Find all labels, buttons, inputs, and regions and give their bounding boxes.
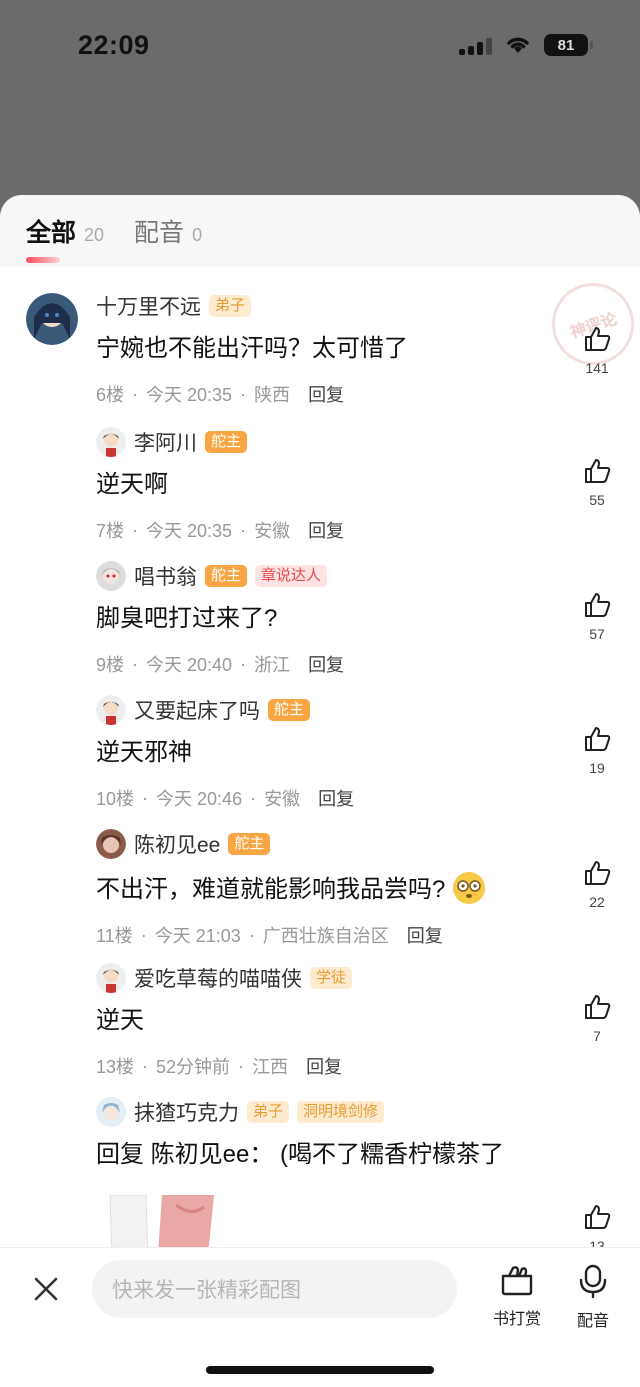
comment-author[interactable]: 十万里不远 bbox=[96, 291, 201, 321]
user-badge: 舵主 bbox=[268, 699, 311, 721]
reply-button[interactable]: 回复 bbox=[308, 381, 344, 407]
comment-text: 逆天啊 bbox=[96, 471, 168, 498]
reply-button[interactable]: 回复 bbox=[318, 785, 354, 811]
thumbs-up-icon bbox=[585, 727, 611, 751]
avatar[interactable] bbox=[96, 1097, 126, 1127]
comment-text: 宁婉也不能出汗吗？太可惜了 bbox=[96, 335, 408, 362]
tab-all[interactable]: 全部 20 bbox=[26, 213, 104, 263]
user-badge: 洞明境剑修 bbox=[297, 1101, 385, 1123]
book-reward-button[interactable]: 书打赏 bbox=[482, 1264, 552, 1329]
comment-image[interactable] bbox=[96, 1195, 226, 1247]
battery-indicator: 81 bbox=[544, 34, 593, 56]
comment-text: 逆天 bbox=[96, 1007, 144, 1034]
reply-button[interactable]: 回复 bbox=[407, 922, 443, 948]
comment-author[interactable]: 又要起床了吗 bbox=[134, 695, 260, 725]
dubbing-button[interactable]: 配音 bbox=[558, 1264, 628, 1331]
user-badge: 弟子 bbox=[247, 1101, 290, 1123]
thumbs-up-icon bbox=[585, 861, 611, 885]
active-tab-indicator bbox=[26, 257, 60, 263]
close-icon[interactable] bbox=[30, 1273, 62, 1305]
user-badge: 弟子 bbox=[209, 295, 252, 317]
reply-button[interactable]: 回复 bbox=[306, 1053, 342, 1079]
status-icons: 81 bbox=[459, 34, 593, 56]
avatar[interactable] bbox=[96, 829, 126, 859]
thumbs-up-icon bbox=[585, 1205, 611, 1229]
avatar[interactable] bbox=[96, 695, 126, 725]
comment-text: 脚臭吧打过来了? bbox=[96, 605, 278, 632]
comment-author[interactable]: 李阿川 bbox=[134, 427, 197, 457]
comment-meta: 6楼 · 今天 20:35 · 陕西 回复 bbox=[96, 381, 566, 407]
comment-meta: 11楼 · 今天 21:03 · 广西壮族自治区 回复 bbox=[96, 922, 566, 948]
user-badge: 章说达人 bbox=[255, 565, 328, 587]
comment-text: 逆天邪神 bbox=[96, 739, 192, 766]
comment-meta: 9楼 · 今天 20:40 · 浙江 回复 bbox=[96, 651, 566, 677]
thumbs-up-icon bbox=[585, 459, 611, 483]
like-button[interactable]: 19 bbox=[582, 725, 612, 776]
user-badge: 学徒 bbox=[310, 967, 353, 989]
user-badge: 舵主 bbox=[205, 431, 248, 453]
avatar[interactable] bbox=[96, 427, 126, 457]
home-indicator bbox=[206, 1366, 434, 1374]
comment-text: 不出汗，难道就能影响我品尝吗? bbox=[96, 871, 566, 906]
comment-author[interactable]: 唱书翁 bbox=[134, 561, 197, 591]
comment-meta: 13楼 · 52分钟前 · 江西 回复 bbox=[96, 1053, 566, 1079]
avatar[interactable] bbox=[96, 963, 126, 993]
like-button[interactable]: 22 bbox=[582, 859, 612, 910]
avatar[interactable] bbox=[26, 293, 78, 345]
wifi-icon bbox=[507, 37, 529, 53]
comment-sheet: 全部 20 配音 0 神评论 十万里不远 弟子 宁婉也不能出汗吗？太可惜了 6楼… bbox=[0, 195, 640, 1387]
reply-button[interactable]: 回复 bbox=[308, 517, 344, 543]
dizzy-emoji-icon bbox=[453, 872, 486, 904]
like-button[interactable]: 13 bbox=[582, 1203, 612, 1247]
status-bar: 22:09 81 bbox=[0, 0, 640, 100]
user-badge: 舵主 bbox=[205, 565, 248, 587]
comment-author[interactable]: 抹猹巧克力 bbox=[134, 1097, 239, 1127]
bottom-input-bar: 快来发一张精彩配图 书打赏 配音 bbox=[0, 1247, 640, 1387]
user-badge: 舵主 bbox=[228, 833, 271, 855]
status-time: 22:09 bbox=[78, 30, 150, 60]
thumbs-up-icon bbox=[585, 593, 611, 617]
like-button[interactable]: 55 bbox=[582, 457, 612, 508]
gift-hand-icon bbox=[501, 1266, 533, 1296]
like-button[interactable]: 7 bbox=[582, 993, 612, 1044]
comment-input[interactable]: 快来发一张精彩配图 bbox=[92, 1260, 457, 1318]
comment-author[interactable]: 爱吃草莓的喵喵侠 bbox=[134, 963, 302, 993]
comment-text: 回复 陈初见ee： (喝不了糯香柠檬茶了 bbox=[96, 1141, 505, 1168]
microphone-icon bbox=[579, 1264, 607, 1299]
thumbs-up-icon bbox=[585, 327, 611, 351]
avatar[interactable] bbox=[96, 561, 126, 591]
comment-list: 神评论 十万里不远 弟子 宁婉也不能出汗吗？太可惜了 6楼 · 今天 20:35… bbox=[0, 267, 640, 1247]
comment-author[interactable]: 陈初见ee bbox=[134, 829, 220, 859]
like-button[interactable]: 141 bbox=[582, 325, 612, 376]
cellular-signal-icon bbox=[459, 35, 492, 55]
comment-meta: 7楼 · 今天 20:35 · 安徽 回复 bbox=[96, 517, 566, 543]
thumbs-up-icon bbox=[585, 995, 611, 1019]
comment-meta: 10楼 · 今天 20:46 · 安徽 回复 bbox=[96, 785, 566, 811]
tab-bar: 全部 20 配音 0 bbox=[0, 195, 640, 267]
reply-button[interactable]: 回复 bbox=[308, 651, 344, 677]
tab-dubbing[interactable]: 配音 0 bbox=[134, 213, 202, 249]
like-button[interactable]: 57 bbox=[582, 591, 612, 642]
